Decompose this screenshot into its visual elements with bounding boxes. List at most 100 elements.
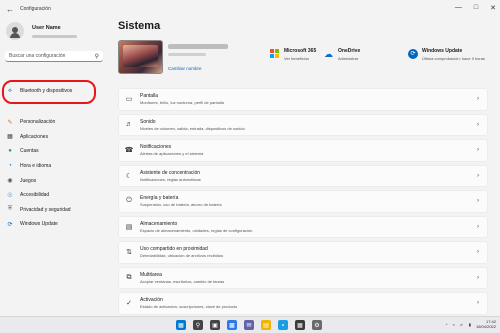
monitor-icon: ▭ [125,96,133,104]
status-subtitle: Ver beneficios [284,56,310,61]
windows-start-icon[interactable]: ▦ [176,320,186,330]
search-icon[interactable]: ⚲ [193,320,203,330]
card-subtitle: Niveles de volumen, salida, entrada, dis… [140,125,245,131]
storage-icon: ▤ [125,223,133,231]
tray-chevron-icon[interactable]: ^ [446,322,448,327]
card-subtitle: Detectabilidad, ubicación de archivos re… [140,253,224,259]
sidebar-item-accounts[interactable]: ● Cuentas [6,144,71,159]
status-subtitle: Administrar [338,56,359,61]
card-title: Uso compartido en proximidad [140,246,208,253]
card-title: Activación [140,297,163,304]
window-title: Configuración [20,6,51,12]
card-storage[interactable]: ▤ Almacenamiento Espacio de almacenamient… [118,215,488,238]
card-subtitle: Suspensión, uso de batería, ahorro de ba… [140,202,222,208]
card-power-battery[interactable]: ⏻ Energía y batería Suspensión, uso de ba… [118,190,488,213]
battery-icon[interactable]: ▮ [469,322,471,327]
search-input[interactable]: Buscar una configuración ⚲ [5,51,103,62]
sidebar-item-label: Windows Update [20,221,58,228]
store-icon[interactable]: ▦ [295,320,305,330]
card-subtitle: Monitores, brillo, luz nocturna, perfil … [140,100,224,106]
search-placeholder: Buscar una configuración [9,53,66,59]
user-email-redacted [32,35,77,38]
sidebar-item-label: Accesibilidad [20,192,50,199]
volume-icon[interactable]: ♬ [460,322,464,327]
status-microsoft-365[interactable]: Microsoft 365 Ver beneficios [270,48,316,61]
card-subtitle: Estado de activación, suscripciones, cla… [140,304,238,310]
sidebar-item-accessibility[interactable]: ☉ Accesibilidad [6,188,71,203]
title-bar: ← Configuración — □ ✕ [0,0,500,18]
device-model-redacted [168,53,206,56]
power-icon: ⏻ [126,197,132,205]
card-notifications[interactable]: ☎ Notificaciones Alertas de aplicaciones … [118,139,488,162]
sidebar-item-label: Aplicaciones [20,133,49,140]
card-title: Energía y batería [140,195,179,202]
card-display[interactable]: ▭ Pantalla Monitores, brillo, luz nocturn… [118,88,488,111]
widgets-icon[interactable]: ▩ [227,320,237,330]
multitask-icon: ⧉ [126,273,132,281]
user-profile[interactable]: User Name [6,22,77,40]
maximize-icon[interactable]: □ [474,4,478,12]
task-view-icon[interactable]: ▣ [210,320,220,330]
card-title: Notificaciones [140,144,172,151]
status-onedrive[interactable]: ☁ OneDrive Administrar [324,48,360,61]
chat-icon[interactable]: ✉ [244,320,254,330]
share-icon: ⇅ [126,249,132,257]
rename-link[interactable]: Cambiar nombre [168,66,202,71]
sidebar-nav: ✎ Personalización ▦ Aplicaciones ● Cuent… [6,115,71,232]
apps-icon: ▦ [7,134,13,141]
sidebar-item-gaming[interactable]: ◉ Juegos [6,173,71,188]
card-subtitle: Alertas de aplicaciones y el sistema [140,151,204,157]
bluetooth-icon: ⟡ [8,88,12,94]
sidebar-item-label: Personalización [20,119,56,126]
shield-icon: ⛨ [7,206,13,213]
windows-update-icon: ⟳ [408,49,418,59]
sidebar-item-personalization[interactable]: ✎ Personalización [6,115,71,130]
sidebar-item-label: Privacidad y seguridad [20,206,71,213]
card-title: Pantalla [140,93,159,100]
clock[interactable]: 17:42 16/04/2022 [476,319,496,329]
sidebar-item-apps[interactable]: ▦ Aplicaciones [6,130,71,145]
chevron-right-icon: › [477,172,479,179]
settings-gear-icon[interactable]: ⚙ [312,320,322,330]
sidebar-item-windows-update[interactable]: ⟳ Windows Update [6,217,71,232]
card-subtitle: Notificaciones, reglas automáticas [140,176,201,182]
globe-clock-icon: ◔ [8,163,12,170]
edge-icon[interactable]: ⚬ [278,320,288,330]
chevron-right-icon: › [477,147,479,153]
sidebar: User Name Buscar una configuración ⚲ ⟡ B… [0,18,108,316]
check-circle-icon: ✓ [126,300,132,308]
settings-list: ▭ Pantalla Monitores, brillo, luz nocturn… [118,88,488,318]
device-name-redacted [168,44,228,49]
card-nearby-sharing[interactable]: ⇅ Uso compartido en proximidad Detectabil… [118,241,488,264]
chevron-right-icon: › [477,223,479,230]
card-activation[interactable]: ✓ Activación Estado de activación, suscri… [118,292,488,315]
status-title: Windows Update [422,48,463,54]
card-subtitle: Acoplar ventanas, escritorios, cambio de… [140,278,225,284]
card-focus-assist[interactable]: ☾ Asistente de concentración Notificacion… [118,164,488,187]
sidebar-item-time-language[interactable]: ◔ Hora e idioma [6,159,71,174]
sidebar-item-privacy[interactable]: ⛨ Privacidad y seguridad [6,203,71,218]
brush-icon: ✎ [7,119,13,126]
avatar [6,22,24,40]
sidebar-item-label: Juegos [20,177,37,184]
user-name: User Name [32,25,61,31]
moon-icon: ☾ [125,172,133,180]
back-arrow-icon[interactable]: ← [2,5,18,14]
card-subtitle: Espacio de almacenamiento, unidades, reg… [140,227,253,233]
minimize-icon[interactable]: — [455,4,462,12]
wifi-icon[interactable]: ≈ [453,322,455,327]
windows-update-icon: ⟳ [7,221,13,228]
chevron-right-icon: › [477,300,479,306]
file-explorer-icon[interactable]: ▤ [261,320,271,330]
sidebar-item-label: Bluetooth y dispositivos [20,88,73,94]
close-icon[interactable]: ✕ [490,4,496,12]
status-windows-update[interactable]: ⟳ Windows Update Última comprobación: ha… [408,48,494,61]
taskbar-apps: ▦ ⚲ ▣ ▩ ✉ ▤ ⚬ ▦ ⚙ [176,320,322,330]
gamepad-icon: ◉ [7,178,13,185]
status-title: OneDrive [338,48,361,54]
card-title: Multitarea [140,271,162,278]
card-sound[interactable]: ♬ Sonido Niveles de volumen, salida, entr… [118,113,488,136]
card-multitasking[interactable]: ⧉ Multitarea Acoplar ventanas, escritorio… [118,266,488,289]
sidebar-item-label: Hora e idioma [20,163,52,170]
sidebar-item-bluetooth[interactable]: ⟡ Bluetooth y dispositivos [8,88,72,94]
